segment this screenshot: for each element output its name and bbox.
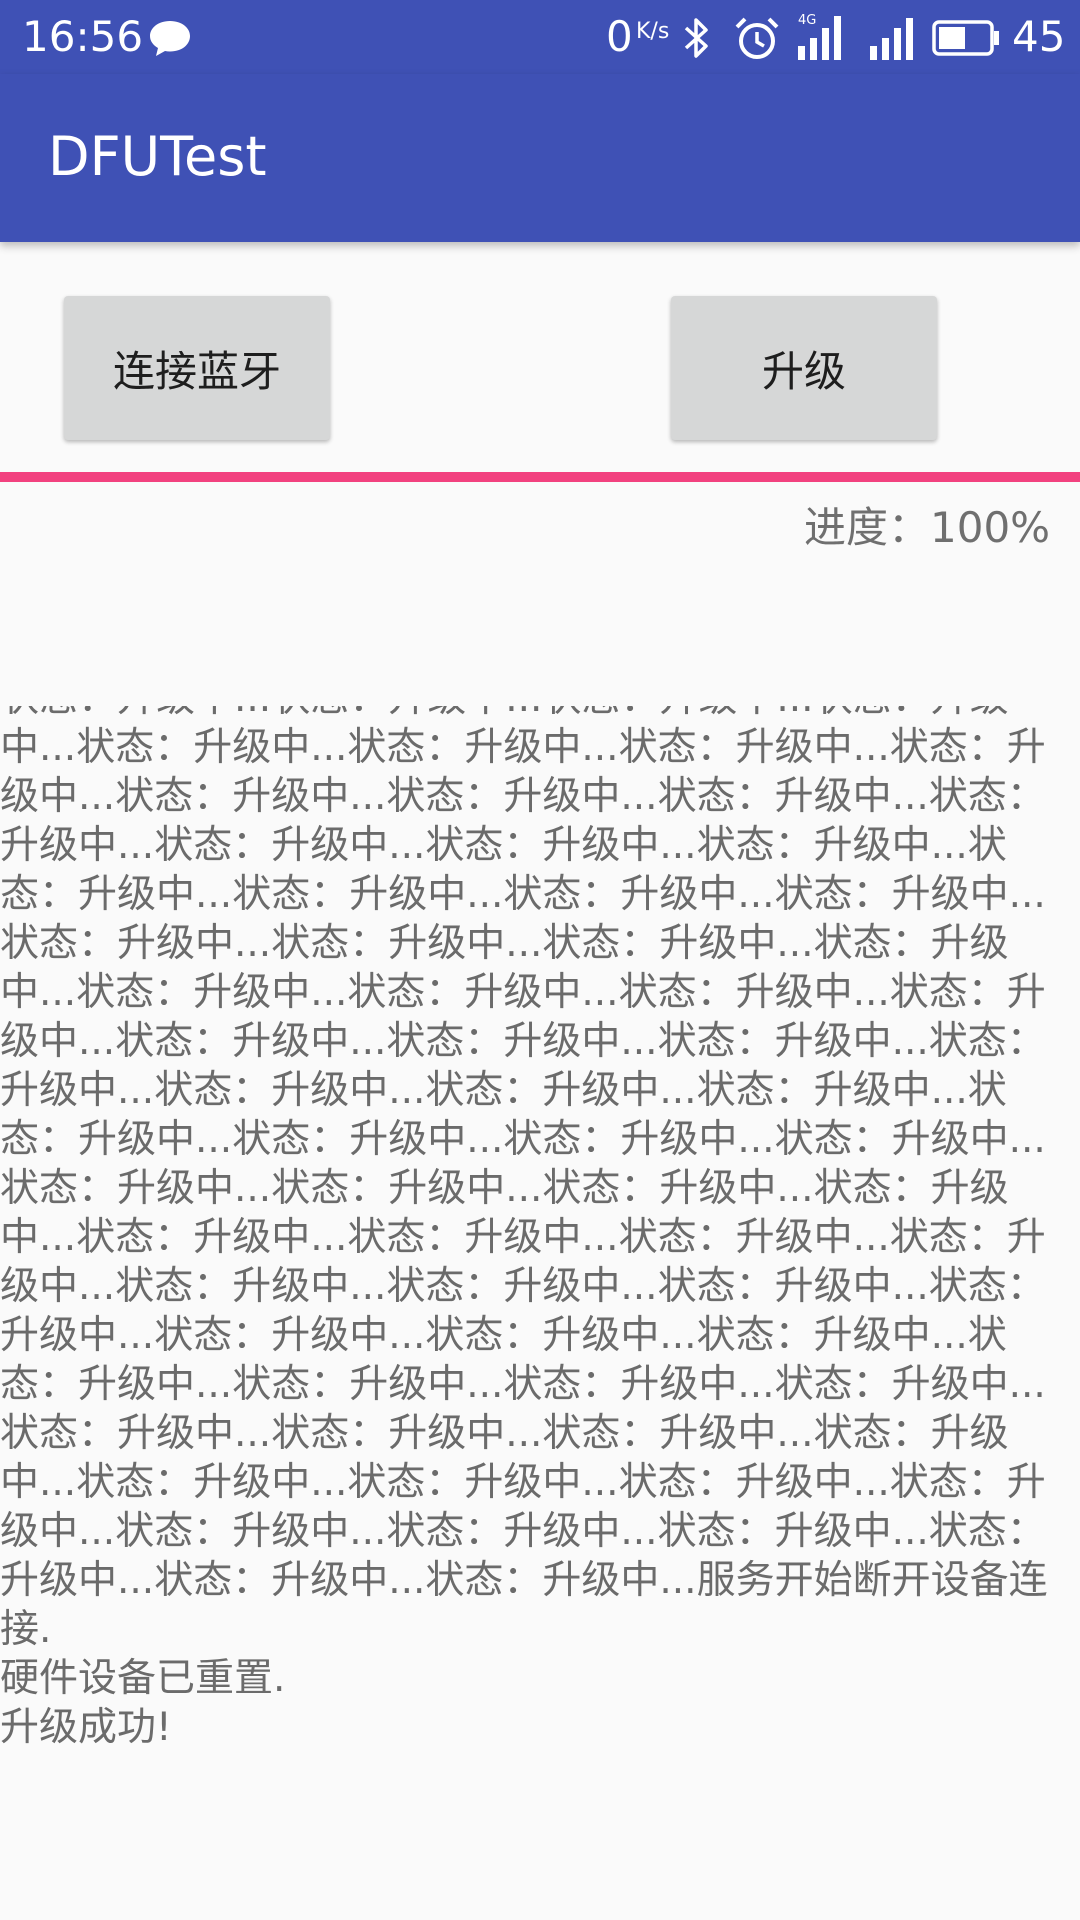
chat-bubble-icon — [150, 21, 190, 56]
battery-icon — [932, 20, 999, 56]
log-text: 状态：升级中...状态：升级中...状态：升级中...状态：升级中...状态：升… — [0, 706, 1048, 1750]
network-type-label: 4G — [798, 13, 816, 28]
alarm-icon — [735, 17, 779, 59]
battery-level: 45 — [1012, 12, 1066, 61]
status-bar: 16:56 0 K/s 4G 45 — [0, 0, 1080, 74]
app-title: DFUTest — [48, 125, 267, 188]
net-speed-value: 0 — [606, 12, 633, 61]
net-speed-unit: K/s — [636, 19, 670, 44]
log-output: 状态：升级中...状态：升级中...状态：升级中...状态：升级中...状态：升… — [0, 706, 1080, 1874]
connect-bluetooth-button[interactable]: 连接蓝牙 — [64, 296, 330, 440]
signal-icon — [870, 18, 913, 60]
progress-label: 进度：100% — [804, 503, 1051, 552]
signal-4g-icon: 4G — [798, 13, 841, 60]
status-time: 16:56 — [22, 12, 144, 61]
upgrade-button[interactable]: 升级 — [671, 296, 937, 440]
upgrade-progress-bar — [0, 472, 1080, 482]
app-bar: DFUTest — [0, 74, 1080, 242]
bluetooth-icon — [684, 18, 708, 58]
progress-fill — [0, 472, 1080, 482]
